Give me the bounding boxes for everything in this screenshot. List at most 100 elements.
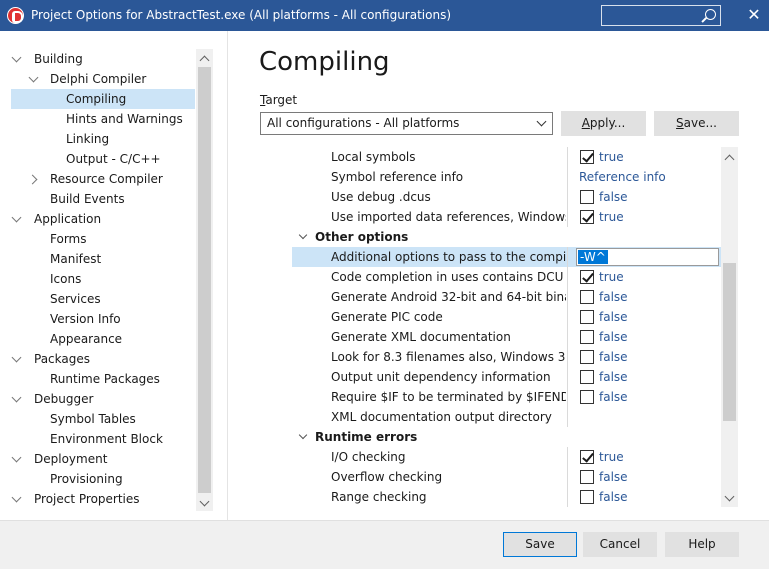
chevron-down-icon[interactable]	[12, 349, 22, 369]
save-button[interactable]: Save	[503, 532, 577, 557]
chevron-right-icon[interactable]	[29, 169, 39, 189]
tree-item[interactable]: Packages	[0, 349, 195, 369]
option-row[interactable]: Look for 8.3 filenames also, Windows 32-…	[292, 347, 722, 367]
checkbox-checked[interactable]	[580, 450, 594, 464]
target-dropdown[interactable]: All configurations - All platforms	[260, 112, 553, 135]
option-row[interactable]: Output unit dependency information false	[292, 367, 722, 387]
grid-scrollbar[interactable]	[721, 147, 738, 507]
tree-item[interactable]: Compiling	[0, 89, 195, 109]
tree-item-label: Linking	[66, 132, 110, 146]
additional-options-input[interactable]: -W^	[576, 248, 719, 266]
option-row[interactable]: Overflow checking false	[292, 467, 722, 487]
checkbox-unchecked[interactable]	[580, 390, 594, 404]
tree-item[interactable]: Output - C/C++	[0, 149, 195, 169]
chevron-down-icon[interactable]	[298, 430, 308, 440]
option-value: false	[599, 490, 628, 504]
option-group[interactable]: Runtime errors	[292, 427, 722, 447]
chevron-down-icon[interactable]	[12, 49, 22, 69]
checkbox-unchecked[interactable]	[580, 330, 594, 344]
column-divider	[567, 147, 568, 167]
tree-item[interactable]: Hints and Warnings	[0, 109, 195, 129]
option-name: Range checking	[331, 490, 427, 504]
option-row[interactable]: Use debug .dcus false	[292, 187, 722, 207]
option-row[interactable]: I/O checking true	[292, 447, 722, 467]
tree-item[interactable]: Environment Block	[0, 429, 195, 449]
search-box[interactable]	[601, 5, 721, 26]
scroll-down-icon[interactable]	[200, 498, 209, 507]
checkbox-unchecked[interactable]	[580, 470, 594, 484]
option-row[interactable]: XML documentation output directory	[292, 407, 722, 427]
tree-item[interactable]: Build Events	[0, 189, 195, 209]
tree-scroll-thumb[interactable]	[198, 67, 211, 493]
tree-item[interactable]: Appearance	[0, 329, 195, 349]
chevron-down-icon[interactable]	[537, 117, 547, 127]
option-name: Use imported data references, Windows 32…	[331, 210, 566, 224]
checkbox-unchecked[interactable]	[580, 490, 594, 504]
chevron-down-icon[interactable]	[12, 449, 22, 469]
option-row[interactable]: Generate Android 32-bit and 64-bit binar…	[292, 287, 722, 307]
chevron-down-icon[interactable]	[298, 230, 308, 240]
chevron-down-icon[interactable]	[12, 209, 22, 229]
tree-item[interactable]: Debugger	[0, 389, 195, 409]
tree-scrollbar[interactable]	[196, 49, 213, 511]
tree-item[interactable]: Resource Compiler	[0, 169, 195, 189]
tree-item[interactable]: Runtime Packages	[0, 369, 195, 389]
tree-item[interactable]: Building	[0, 49, 195, 69]
tree-item[interactable]: Version Info	[0, 309, 195, 329]
option-row[interactable]: Use imported data references, Windows 32…	[292, 207, 722, 227]
tree-item[interactable]: Delphi Compiler	[0, 69, 195, 89]
option-row[interactable]: Generate PIC code false	[292, 307, 722, 327]
tree-item[interactable]: Linking	[0, 129, 195, 149]
option-value-dropdown[interactable]: Reference info	[579, 167, 666, 187]
checkbox-checked[interactable]	[580, 210, 594, 224]
column-divider	[567, 247, 568, 267]
option-row[interactable]: Generate XML documentation false	[292, 327, 722, 347]
option-row[interactable]: Symbol reference info Reference info	[292, 167, 722, 187]
tree-item[interactable]: Project Properties	[0, 489, 195, 509]
cancel-button[interactable]: Cancel	[583, 532, 657, 557]
option-name: Symbol reference info	[331, 170, 464, 184]
tree-item[interactable]: Icons	[0, 269, 195, 289]
tree-item[interactable]: Deployment	[0, 449, 195, 469]
close-icon[interactable]: ✕	[745, 6, 763, 24]
checkbox-unchecked[interactable]	[580, 370, 594, 384]
chevron-down-icon[interactable]	[29, 69, 39, 89]
tree-item[interactable]: Services	[0, 289, 195, 309]
option-row[interactable]: Require $IF to be terminated by $IFEND fa…	[292, 387, 722, 407]
column-divider	[567, 207, 568, 227]
search-icon[interactable]	[705, 9, 716, 20]
checkbox-unchecked[interactable]	[580, 190, 594, 204]
apply-button[interactable]: Apply...	[561, 111, 646, 136]
tree-item[interactable]: Application	[0, 209, 195, 229]
save-preset-button[interactable]: Save...	[654, 111, 739, 136]
option-row[interactable]: Range checking false	[292, 487, 722, 507]
chevron-down-icon[interactable]	[12, 489, 22, 509]
checkbox-checked[interactable]	[580, 150, 594, 164]
grid-scroll-thumb[interactable]	[723, 263, 736, 421]
tree-item[interactable]: Symbol Tables	[0, 409, 195, 429]
checkbox-unchecked[interactable]	[580, 350, 594, 364]
option-row[interactable]: Local symbols true	[292, 147, 722, 167]
grid-scroll-up-icon[interactable]	[725, 153, 734, 162]
column-divider	[567, 447, 568, 467]
option-group[interactable]: Other options	[292, 227, 722, 247]
checkbox-checked[interactable]	[580, 270, 594, 284]
tree-item[interactable]: Manifest	[0, 249, 195, 269]
tree-item[interactable]: Forms	[0, 229, 195, 249]
checkbox-unchecked[interactable]	[580, 290, 594, 304]
tree-item-label: Forms	[50, 232, 87, 246]
help-button[interactable]: Help	[665, 532, 739, 557]
option-row[interactable]: Additional options to pass to the compil…	[292, 247, 722, 267]
scroll-up-icon[interactable]	[200, 54, 209, 63]
chevron-down-icon[interactable]	[12, 389, 22, 409]
column-divider	[567, 387, 568, 407]
option-row[interactable]: Code completion in uses contains DCU fil…	[292, 267, 722, 287]
tree-item-label: Version Info	[50, 312, 121, 326]
grid-scroll-down-icon[interactable]	[725, 493, 734, 502]
tree-item-label: Appearance	[50, 332, 123, 346]
checkbox-unchecked[interactable]	[580, 310, 594, 324]
column-divider	[567, 307, 568, 327]
tree-item[interactable]: Provisioning	[0, 469, 195, 489]
tree-item-label: Deployment	[34, 452, 108, 466]
save-accel: S	[676, 116, 684, 130]
